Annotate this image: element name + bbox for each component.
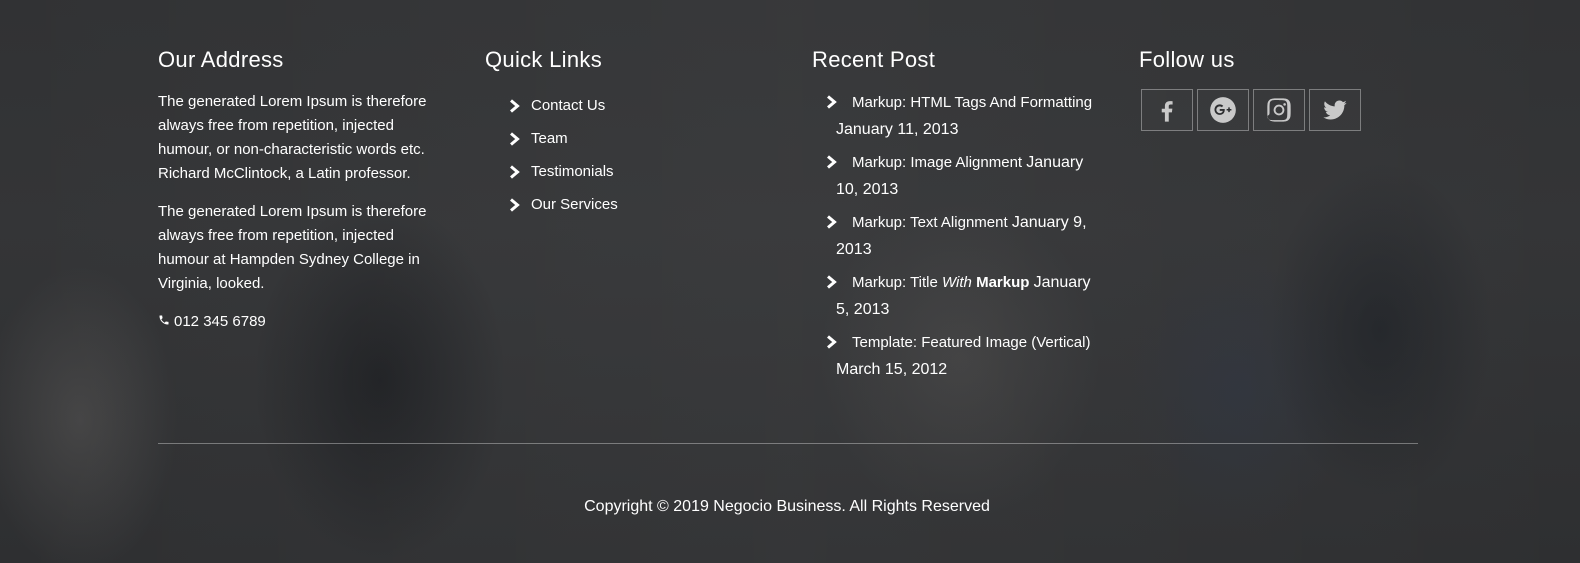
- site-footer: Our Address The generated Lorem Ipsum is…: [158, 0, 1426, 563]
- copyright-text: Copyright © 2019 Negocio Business. All R…: [584, 498, 990, 515]
- quick-link-label[interactable]: Team: [531, 128, 568, 150]
- phone-text: 012 345 6789: [174, 313, 266, 330]
- recent-post-item: Template: Featured Image (Vertical) Marc…: [827, 329, 1106, 383]
- instagram-icon: [1267, 98, 1291, 122]
- address-column: Our Address The generated Lorem Ipsum is…: [158, 46, 448, 334]
- phone-icon: [158, 310, 170, 334]
- follow-us-column: Follow us: [1139, 46, 1429, 131]
- google-plus-link[interactable]: [1197, 89, 1249, 131]
- recent-post-title[interactable]: Markup: Title With Markup: [836, 274, 1029, 291]
- chevron-right-icon: [827, 275, 837, 289]
- phone-number: 012 345 6789: [158, 310, 448, 334]
- quick-links-column: Quick Links Contact Us Team Testimonials…: [485, 46, 775, 221]
- chevron-right-icon: [510, 98, 520, 113]
- recent-post-column: Recent Post Markup: HTML Tags And Format…: [812, 46, 1102, 389]
- twitter-link[interactable]: [1309, 89, 1361, 131]
- google-plus-icon: [1210, 97, 1236, 123]
- chevron-right-icon: [827, 335, 837, 349]
- recent-post-heading: Recent Post: [812, 47, 936, 72]
- twitter-icon: [1323, 100, 1347, 120]
- chevron-right-icon: [827, 95, 837, 109]
- recent-post-item: Markup: Text Alignment January 9, 2013: [827, 209, 1106, 263]
- chevron-right-icon: [827, 215, 837, 229]
- recent-post-title[interactable]: Markup: Image Alignment: [836, 154, 1022, 171]
- recent-post-item: Markup: Image Alignment January 10, 2013: [827, 149, 1106, 203]
- recent-post-title[interactable]: Markup: HTML Tags And Formatting: [836, 94, 1092, 111]
- quick-link-team[interactable]: Team: [509, 122, 775, 155]
- facebook-link[interactable]: [1141, 89, 1193, 131]
- recent-post-date: January 11, 2013: [836, 121, 959, 138]
- address-paragraph-2: The generated Lorem Ipsum is therefore a…: [158, 203, 427, 292]
- follow-us-heading: Follow us: [1139, 47, 1235, 72]
- recent-post-title[interactable]: Markup: Text Alignment: [836, 214, 1008, 231]
- chevron-right-icon: [827, 155, 837, 169]
- address-heading: Our Address: [158, 47, 284, 72]
- quick-link-testimonials[interactable]: Testimonials: [509, 155, 775, 188]
- recent-post-date: March 15, 2012: [836, 361, 948, 378]
- recent-post-item: Markup: HTML Tags And Formatting January…: [827, 89, 1106, 143]
- chevron-right-icon: [510, 131, 520, 146]
- quick-links-list: Contact Us Team Testimonials Our Service…: [485, 89, 775, 221]
- quick-link-our-services[interactable]: Our Services: [509, 188, 775, 221]
- recent-post-list: Markup: HTML Tags And Formatting January…: [812, 89, 1102, 383]
- footer-divider: [158, 443, 1418, 444]
- title-emphasis: With: [942, 274, 972, 291]
- quick-link-contact-us[interactable]: Contact Us: [509, 89, 775, 122]
- recent-post-title[interactable]: Template: Featured Image (Vertical): [836, 334, 1090, 351]
- quick-links-heading: Quick Links: [485, 47, 603, 72]
- title-strong: Markup: [976, 274, 1030, 291]
- facebook-icon: [1161, 101, 1173, 122]
- chevron-right-icon: [510, 197, 520, 212]
- recent-post-item: Markup: Title With Markup January 5, 201…: [827, 269, 1106, 323]
- instagram-link[interactable]: [1253, 89, 1305, 131]
- title-prefix: Markup: Title: [852, 274, 943, 291]
- social-links: [1141, 89, 1429, 131]
- quick-link-label[interactable]: Testimonials: [531, 161, 614, 183]
- address-paragraph-1: The generated Lorem Ipsum is therefore a…: [158, 93, 427, 182]
- quick-link-label[interactable]: Contact Us: [531, 95, 605, 117]
- chevron-right-icon: [510, 164, 520, 179]
- quick-link-label[interactable]: Our Services: [531, 194, 618, 216]
